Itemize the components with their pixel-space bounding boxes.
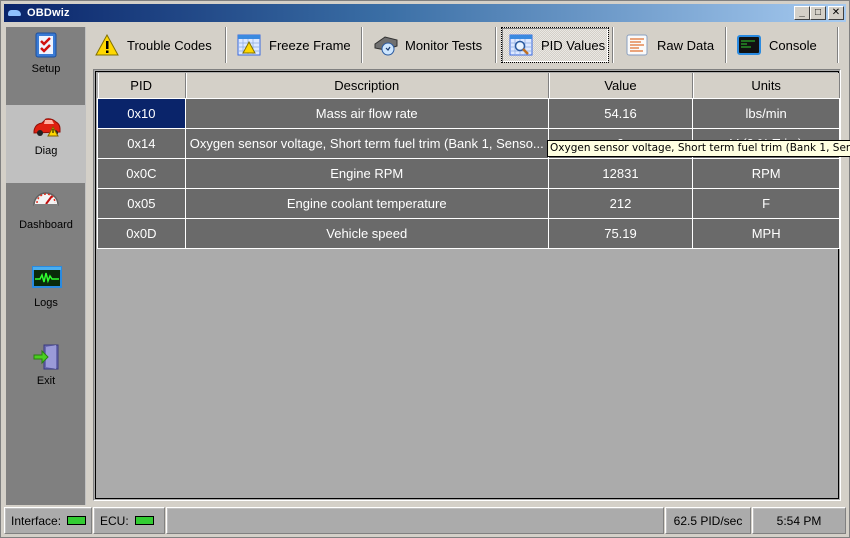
units-cell[interactable]: lbs/min <box>692 97 840 129</box>
sidebar-item-label: Setup <box>31 63 61 75</box>
sidebar-item-label: Dashboard <box>19 219 73 231</box>
freeze-grid-icon <box>237 34 261 56</box>
tab-separator <box>225 27 227 63</box>
window-title: OBDwiz <box>27 7 70 19</box>
pid-values-panel: PID Description Value Units 0x10 Mass ai… <box>93 69 841 501</box>
car-warning-icon <box>32 115 61 143</box>
clock: 5:54 PM <box>752 507 846 534</box>
tab-separator <box>837 27 839 63</box>
tab-toolbar: Trouble Codes Freeze Frame Monitor Tests… <box>89 25 845 65</box>
sidebar-item-label: Exit <box>36 375 56 387</box>
warning-triangle-icon <box>95 33 119 56</box>
value-cell[interactable]: 75.19 <box>547 217 694 249</box>
table-row[interactable]: 0x05 Engine coolant temperature 212 F <box>97 187 840 219</box>
checklist-icon <box>32 31 60 59</box>
description-tooltip: Oxygen sensor voltage, Short term fuel t… <box>547 140 850 157</box>
tab-label: Console <box>769 37 817 53</box>
monitor-stopwatch-icon <box>373 34 398 56</box>
status-message-pane <box>166 507 664 534</box>
tab-separator <box>725 27 727 63</box>
tab-separator <box>612 27 614 63</box>
sidebar-item-logs[interactable]: Logs <box>6 261 86 339</box>
description-cell[interactable]: Engine coolant temperature <box>184 187 549 219</box>
table-header-row: PID Description Value Units <box>97 73 840 99</box>
tab-label: Freeze Frame <box>269 37 351 53</box>
description-cell[interactable]: Mass air flow rate <box>184 97 549 129</box>
tab-freeze-frame[interactable]: Freeze Frame <box>237 27 357 63</box>
exit-door-icon <box>32 343 60 371</box>
sidebar-item-label: Logs <box>34 297 58 309</box>
interface-status: Interface: <box>4 507 92 534</box>
close-button[interactable]: ✕ <box>828 6 844 20</box>
waveform-monitor-icon <box>32 265 62 293</box>
column-header-pid[interactable]: PID <box>97 73 186 99</box>
app-car-icon <box>7 7 23 19</box>
ecu-led-icon <box>134 516 154 525</box>
sidebar: Setup Diag Dashboard Logs Exit <box>6 27 86 505</box>
pid-cell[interactable]: 0x0C <box>97 157 186 189</box>
sidebar-item-setup[interactable]: Setup <box>6 27 86 105</box>
table-row[interactable]: 0x10 Mass air flow rate 54.16 lbs/min <box>97 97 840 129</box>
sidebar-item-dashboard[interactable]: Dashboard <box>6 183 86 261</box>
pid-cell[interactable]: 0x05 <box>97 187 186 219</box>
minimize-button[interactable]: _ <box>794 6 810 20</box>
description-cell[interactable]: Vehicle speed <box>184 217 549 249</box>
document-lines-icon <box>625 34 649 56</box>
pid-cell[interactable]: 0x10 <box>97 97 186 129</box>
status-bar: Interface: ECU: 62.5 PID/sec 5:54 PM <box>4 507 848 535</box>
tab-label: Trouble Codes <box>127 37 212 53</box>
tab-label: PID Values <box>541 37 606 53</box>
units-cell[interactable]: MPH <box>692 217 840 249</box>
column-header-description[interactable]: Description <box>185 73 549 99</box>
ecu-status: ECU: <box>93 507 165 534</box>
maximize-button[interactable]: □ <box>810 6 826 20</box>
terminal-icon <box>737 34 761 56</box>
column-header-value[interactable]: Value <box>548 73 694 99</box>
tab-pid-values[interactable]: PID Values <box>501 27 609 63</box>
description-cell[interactable]: Engine RPM <box>184 157 549 189</box>
tab-raw-data[interactable]: Raw Data <box>625 27 725 63</box>
tab-console[interactable]: Console <box>737 27 827 63</box>
pid-rate: 62.5 PID/sec <box>665 507 751 534</box>
interface-led-icon <box>67 516 87 525</box>
tab-separator <box>361 27 363 63</box>
pid-table-container: PID Description Value Units 0x10 Mass ai… <box>95 71 840 499</box>
sidebar-item-exit[interactable]: Exit <box>6 339 86 417</box>
tab-trouble-codes[interactable]: Trouble Codes <box>95 27 223 63</box>
interface-label: Interface: <box>11 513 62 528</box>
description-cell[interactable]: Oxygen sensor voltage, Short term fuel t… <box>184 127 549 159</box>
tab-separator <box>495 27 497 63</box>
title-bar[interactable]: OBDwiz _ □ ✕ <box>4 4 846 22</box>
table-row[interactable]: 0x0C Engine RPM 12831 RPM <box>97 157 840 189</box>
sidebar-item-diag[interactable]: Diag <box>6 105 86 183</box>
units-cell[interactable]: F <box>692 187 840 219</box>
tab-label: Monitor Tests <box>405 37 483 53</box>
value-cell[interactable]: 212 <box>547 187 694 219</box>
pid-table: PID Description Value Units 0x10 Mass ai… <box>97 73 840 249</box>
tab-monitor-tests[interactable]: Monitor Tests <box>373 27 491 63</box>
magnifier-grid-icon <box>509 34 533 56</box>
value-cell[interactable]: 12831 <box>547 157 694 189</box>
gauge-icon <box>32 187 60 215</box>
tab-label: Raw Data <box>657 37 715 53</box>
ecu-label: ECU: <box>100 513 129 528</box>
column-header-units[interactable]: Units <box>692 73 840 99</box>
units-cell[interactable]: RPM <box>692 157 840 189</box>
table-row[interactable]: 0x0D Vehicle speed 75.19 MPH <box>97 217 840 249</box>
app-window: OBDwiz _ □ ✕ Setup Diag Dashboard Logs E… <box>0 0 850 538</box>
value-cell[interactable]: 54.16 <box>547 97 694 129</box>
pid-cell[interactable]: 0x0D <box>97 217 186 249</box>
pid-cell[interactable]: 0x14 <box>97 127 186 159</box>
sidebar-item-label: Diag <box>34 145 58 157</box>
